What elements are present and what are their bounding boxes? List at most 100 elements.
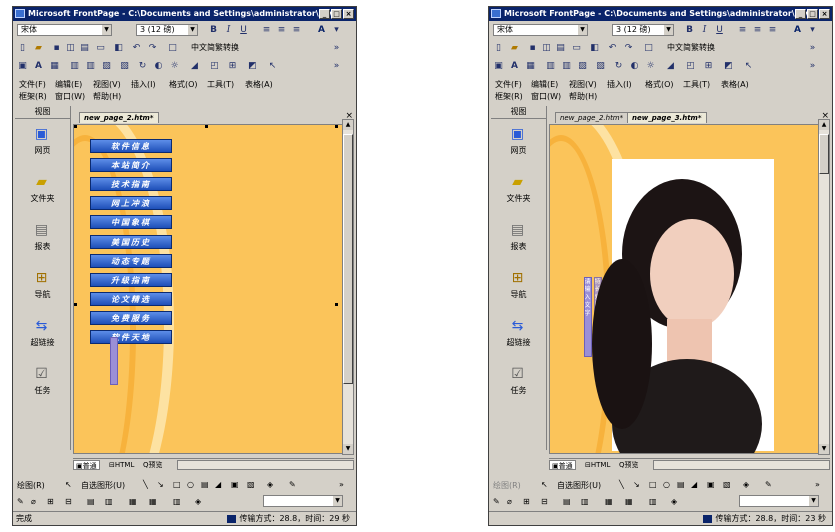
align-middle-icon[interactable]: ▥ <box>105 497 113 506</box>
align-center-icon[interactable]: ≡ <box>752 25 763 35</box>
selection-handle[interactable] <box>74 303 77 306</box>
distribute-columns-icon[interactable]: ▦ <box>625 497 633 506</box>
text-icon[interactable]: A <box>33 61 44 71</box>
tab-new-page-2[interactable]: new_page_2.htm* <box>555 112 629 123</box>
font-size-select[interactable]: 3 (12 磅) ▼ <box>612 24 674 36</box>
minimize-button[interactable]: _ <box>319 9 330 19</box>
fill-color-icon[interactable]: ◈ <box>743 480 749 489</box>
menu-help[interactable]: 帮助(H) <box>569 91 597 102</box>
select-icon[interactable]: ↖ <box>743 61 754 71</box>
nav-button-9[interactable]: 论文精选 <box>90 292 172 306</box>
line-icon[interactable]: ╲ <box>143 480 148 489</box>
toolbar-overflow-icon[interactable]: » <box>807 43 818 53</box>
select-icon[interactable]: ↖ <box>267 61 278 71</box>
horizontal-scrollbar[interactable] <box>177 460 354 470</box>
fill-icon[interactable]: ◈ <box>195 497 201 506</box>
tab-html[interactable]: ⊟HTML <box>583 460 612 470</box>
menu-table[interactable]: 表格(A) <box>721 79 749 90</box>
view-tasks[interactable]: ☑ 任务 <box>15 366 70 400</box>
align-left-icon[interactable]: ≡ <box>737 25 748 35</box>
print-icon[interactable]: ▭ <box>571 43 582 53</box>
horizontal-scrollbar[interactable] <box>653 460 830 470</box>
hotspot-icon[interactable]: ◰ <box>685 61 696 71</box>
textbox-icon[interactable]: ▤ <box>677 480 685 489</box>
brightness-icon[interactable]: ☼ <box>645 61 656 71</box>
paste-icon[interactable]: ◧ <box>589 43 600 53</box>
clipart-icon[interactable]: ▣ <box>231 480 239 489</box>
dropdown-arrow-icon[interactable]: ▾ <box>807 25 818 35</box>
nav-button-7[interactable]: 动态专题 <box>90 254 172 268</box>
title-bar[interactable]: Microsoft FrontPage - C:\Documents and S… <box>489 7 832 21</box>
toolbar-overflow-icon[interactable]: » <box>815 480 820 489</box>
insert-rows-icon[interactable]: ⊞ <box>523 497 530 506</box>
arrow-icon[interactable]: ↘ <box>633 480 640 489</box>
distribute-columns-icon[interactable]: ▦ <box>149 497 157 506</box>
fill-color-icon[interactable]: ◢ <box>665 61 676 71</box>
maximize-button[interactable]: □ <box>331 9 342 19</box>
bevel-icon[interactable]: ◩ <box>247 61 258 71</box>
table-autoformat-icon[interactable]: ▥ <box>173 497 181 506</box>
maximize-button[interactable]: □ <box>807 9 818 19</box>
contrast-icon[interactable]: ◐ <box>153 61 164 71</box>
eraser-icon[interactable]: ⌀ <box>507 497 512 506</box>
draw-menu[interactable]: 绘图(R) <box>493 480 521 491</box>
insert-column-icon[interactable]: ▥ <box>85 61 96 71</box>
insert-column-icon[interactable]: ▥ <box>561 61 572 71</box>
vertical-scrollbar[interactable]: ▲ ▼ <box>342 119 354 455</box>
page-editor-canvas[interactable]: 请 输 入 文 字 特 长 爱 好 <box>549 124 821 454</box>
font-size-select[interactable]: 3 (12 磅) ▼ <box>136 24 198 36</box>
table-icon[interactable]: ▦ <box>49 61 60 71</box>
align-top-icon[interactable]: ▤ <box>87 497 95 506</box>
wordart-icon[interactable]: ◢ <box>691 480 697 489</box>
menu-table[interactable]: 表格(A) <box>245 79 273 90</box>
contrast-icon[interactable]: ◐ <box>629 61 640 71</box>
menu-format[interactable]: 格式(O) <box>645 79 674 90</box>
rotate-icon[interactable]: ↻ <box>613 61 624 71</box>
picture-icon[interactable]: ▣ <box>493 61 504 71</box>
portrait-photo[interactable] <box>592 159 774 453</box>
align-middle-icon[interactable]: ▥ <box>581 497 589 506</box>
nav-button-11[interactable]: 软件天地 <box>90 330 172 344</box>
title-bar[interactable]: Microsoft FrontPage - C:\Documents and S… <box>13 7 356 21</box>
vertical-text-box[interactable]: 请 输 入 文 字 <box>584 277 592 357</box>
redo-icon[interactable]: ↷ <box>147 43 158 53</box>
publish-icon[interactable]: ◫ <box>65 43 76 53</box>
nav-button-5[interactable]: 中国象棋 <box>90 215 172 229</box>
arrow-icon[interactable]: ↘ <box>157 480 164 489</box>
selection-handle[interactable] <box>335 125 338 128</box>
textbox-icon[interactable]: ▤ <box>201 480 209 489</box>
table-icon[interactable]: ▦ <box>525 61 536 71</box>
bevel-icon[interactable]: ◩ <box>723 61 734 71</box>
align-center-icon[interactable]: ≡ <box>276 25 287 35</box>
view-folders[interactable]: ▰ 文件夹 <box>15 174 70 208</box>
selection-handle[interactable] <box>335 303 338 306</box>
tab-new-page-3[interactable]: new_page_3.htm* <box>627 112 707 123</box>
line-color-icon[interactable]: ✎ <box>289 480 296 489</box>
nav-button-8[interactable]: 升级指南 <box>90 273 172 287</box>
eraser-icon[interactable]: ⌀ <box>31 497 36 506</box>
font-color-button[interactable]: A <box>316 25 327 35</box>
hotspot-icon[interactable]: ◰ <box>209 61 220 71</box>
toolbar-overflow-icon[interactable]: » <box>331 43 342 53</box>
view-navigation[interactable]: ⊞ 导航 <box>491 270 546 304</box>
picture-icon[interactable]: ▧ <box>247 480 255 489</box>
save-icon[interactable]: ▪ <box>51 43 62 53</box>
view-reports[interactable]: ▤ 报表 <box>491 222 546 256</box>
undo-icon[interactable]: ↶ <box>131 43 142 53</box>
select-objects-icon[interactable]: ↖ <box>541 480 548 489</box>
resample-icon[interactable]: ⊞ <box>703 61 714 71</box>
nav-button-1[interactable]: 软件信息 <box>90 139 172 153</box>
menu-edit[interactable]: 编辑(E) <box>531 79 558 90</box>
close-button[interactable]: × <box>819 9 830 19</box>
style-select[interactable]: ▼ <box>739 495 819 507</box>
nav-button-4[interactable]: 网上冲浪 <box>90 196 172 210</box>
clipart-icon[interactable]: ▣ <box>707 480 715 489</box>
new-page-icon[interactable]: ▯ <box>493 43 504 53</box>
toolbar-overflow-icon[interactable]: » <box>339 480 344 489</box>
view-folders[interactable]: ▰ 文件夹 <box>491 174 546 208</box>
page-editor-canvas[interactable]: 软件信息 本站简介 技术指南 网上冲浪 中国象棋 美国历史 动态专题 升级指南 … <box>73 124 345 454</box>
font-name-select[interactable]: 宋体 ▼ <box>493 24 588 36</box>
font-name-select[interactable]: 宋体 ▼ <box>17 24 112 36</box>
menu-format[interactable]: 格式(O) <box>169 79 198 90</box>
oval-icon[interactable]: ○ <box>663 480 670 489</box>
